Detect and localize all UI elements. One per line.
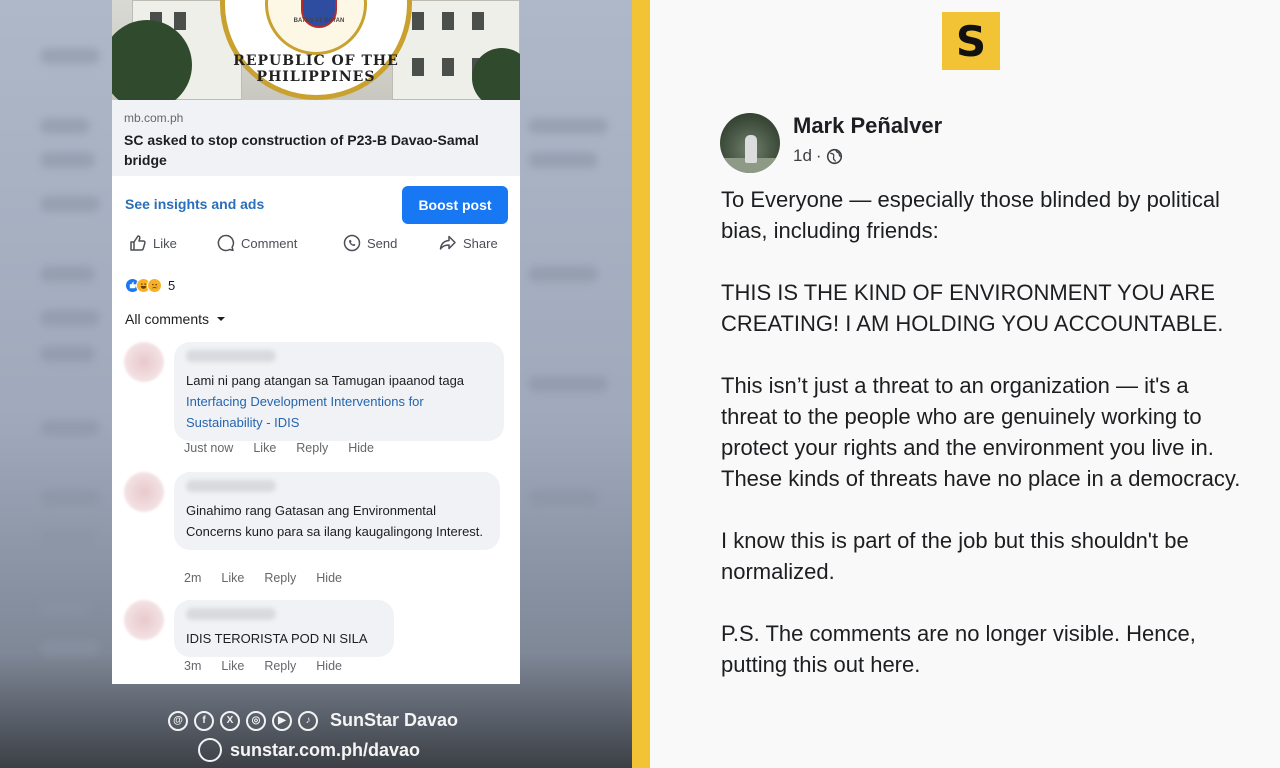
commenter-name-blurred[interactable] xyxy=(186,350,276,362)
comment-hide-link[interactable]: Hide xyxy=(316,659,342,673)
like-label: Like xyxy=(153,235,177,251)
comment-bubble: IDIS TERORISTA POD NI SILA xyxy=(174,600,394,657)
post-paragraph: This isn’t just a threat to an organizat… xyxy=(721,373,1241,491)
tiktok-icon: ♪ xyxy=(298,710,318,731)
comment-time: Just now xyxy=(184,441,234,455)
comment-meta: 3m Like Reply Hide xyxy=(184,659,342,673)
share-label: Share xyxy=(463,235,498,251)
comment-time: 2m xyxy=(184,571,202,585)
mentioned-page-link[interactable]: Interfacing Development Interventions fo… xyxy=(186,394,424,430)
post-paragraph: I know this is part of the job but this … xyxy=(721,528,1189,584)
x-icon: X xyxy=(220,710,240,731)
post-actions-bar: Like Comment Send Share xyxy=(112,230,520,256)
send-button[interactable]: Send xyxy=(342,230,397,256)
comment-hide-link[interactable]: Hide xyxy=(316,571,342,585)
threads-icon: @ xyxy=(168,710,188,731)
comment-bubble: Ginahimo rang Gatasan ang Environmental … xyxy=(174,472,500,550)
philippines-seal-logo: BATAS AT BAYAN REPUBLIC OF THE PHILIPPIN… xyxy=(220,0,412,100)
comments-filter-label: All comments xyxy=(125,311,210,327)
comment-text: IDIS TERORISTA POD NI SILA xyxy=(186,631,368,646)
globe-icon xyxy=(198,738,222,762)
comment-hide-link[interactable]: Hide xyxy=(348,441,374,455)
sunstar-social-branding: @ f X ◎ ▶ ♪ SunStar Davao xyxy=(168,710,458,731)
facebook-post-card: BATAS AT BAYAN REPUBLIC OF THE PHILIPPIN… xyxy=(112,0,520,684)
post-time[interactable]: 1d xyxy=(793,146,812,166)
share-button[interactable]: Share xyxy=(438,230,498,256)
sad-icon xyxy=(147,277,162,293)
brand-name: SunStar Davao xyxy=(330,710,459,730)
comment-reply-link[interactable]: Reply xyxy=(264,659,296,673)
youtube-icon: ▶ xyxy=(272,710,292,731)
comment-bubble: Lami ni pang atangan sa Tamugan ipaanod … xyxy=(174,342,504,441)
link-preview-image[interactable]: BATAS AT BAYAN REPUBLIC OF THE PHILIPPIN… xyxy=(112,0,520,100)
comment-text: Ginahimo rang Gatasan ang Environmental … xyxy=(186,503,484,539)
post-body: To Everyone — especially those blinded b… xyxy=(721,184,1241,711)
author-name[interactable]: Mark Peñalver xyxy=(793,113,942,139)
comment-reply-link[interactable]: Reply xyxy=(264,571,296,585)
post-paragraph: To Everyone — especially those blinded b… xyxy=(721,187,1220,243)
link-domain: mb.com.ph xyxy=(124,111,184,125)
post-paragraph: P.S. The comments are no longer visible.… xyxy=(721,621,1196,677)
commenter-avatar[interactable] xyxy=(124,342,164,382)
send-label: Send xyxy=(367,235,398,251)
commenter-avatar[interactable] xyxy=(124,472,164,512)
link-preview[interactable]: mb.com.ph SC asked to stop construction … xyxy=(112,100,520,176)
comment-like-link[interactable]: Like xyxy=(221,571,244,585)
link-headline[interactable]: SC asked to stop construction of P23-B D… xyxy=(124,130,494,170)
comment-like-link[interactable]: Like xyxy=(253,441,276,455)
comment-time: 3m xyxy=(184,659,202,673)
author-avatar[interactable] xyxy=(720,113,780,173)
facebook-icon: f xyxy=(194,710,214,731)
reaction-count: 5 xyxy=(168,277,176,293)
comment-icon xyxy=(217,234,235,252)
comment-meta: 2m Like Reply Hide xyxy=(184,571,342,585)
comment-meta: Just now Like Reply Hide xyxy=(184,441,374,455)
comments-filter-dropdown[interactable]: All comments xyxy=(125,311,226,327)
left-screenshot-panel: BATAS AT BAYAN REPUBLIC OF THE PHILIPPIN… xyxy=(0,0,632,768)
thumbs-up-icon xyxy=(130,235,146,251)
whatsapp-send-icon xyxy=(343,234,361,252)
instagram-icon: ◎ xyxy=(246,710,266,731)
commenter-name-blurred[interactable] xyxy=(186,608,276,620)
sunstar-logo: S xyxy=(942,12,1000,70)
post-timestamp: 1d · xyxy=(793,146,843,166)
chevron-down-icon xyxy=(217,317,226,321)
reactions-summary[interactable]: 5 xyxy=(125,276,175,294)
boost-post-button[interactable]: Boost post xyxy=(402,186,508,224)
like-button[interactable]: Like xyxy=(128,230,177,256)
commenter-name-blurred[interactable] xyxy=(186,480,276,492)
comment-label: Comment xyxy=(241,235,298,251)
comment-like-link[interactable]: Like xyxy=(221,659,244,673)
post-paragraph: THIS IS THE KIND OF ENVIRONMENT YOU ARE … xyxy=(721,280,1224,336)
comment-reply-link[interactable]: Reply xyxy=(296,441,328,455)
globe-icon xyxy=(826,148,842,164)
url-text: sunstar.com.ph/davao xyxy=(230,739,421,760)
comment-button[interactable]: Comment xyxy=(216,230,297,256)
divider-strip xyxy=(632,0,650,768)
commenter-avatar[interactable] xyxy=(124,600,164,640)
seal-text: REPUBLIC OF THE PHILIPPINES xyxy=(233,53,399,85)
share-icon xyxy=(439,235,456,250)
see-insights-link[interactable]: See insights and ads xyxy=(125,196,264,212)
sunstar-url: sunstar.com.ph/davao xyxy=(198,738,420,762)
comment-text: Lami ni pang atangan sa Tamugan ipaanod … xyxy=(186,373,465,430)
